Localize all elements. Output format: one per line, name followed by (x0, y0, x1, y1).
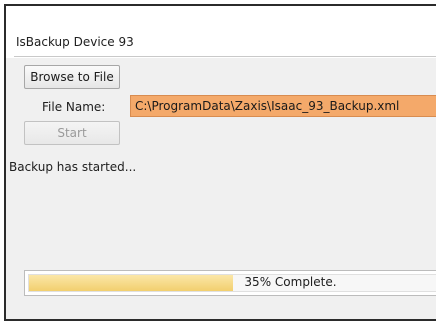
title-bar: IsBackup Device 93 (6, 6, 436, 58)
start-button[interactable]: Start (24, 121, 120, 145)
file-name-field[interactable]: C:\ProgramData\Zaxis\Isaac_93_Backup.xml (130, 95, 436, 117)
browse-to-file-button[interactable]: Browse to File (24, 65, 120, 89)
title-separator (14, 56, 436, 57)
window-title: IsBackup Device 93 (16, 35, 134, 49)
progress-text: 35% Complete. (244, 275, 337, 289)
progress-bar: 35% Complete. (24, 270, 436, 296)
status-message: Backup has started... (9, 160, 137, 174)
file-name-label: File Name: (42, 100, 106, 114)
backup-dialog-window: IsBackup Device 93 Browse to File File N… (4, 4, 436, 321)
